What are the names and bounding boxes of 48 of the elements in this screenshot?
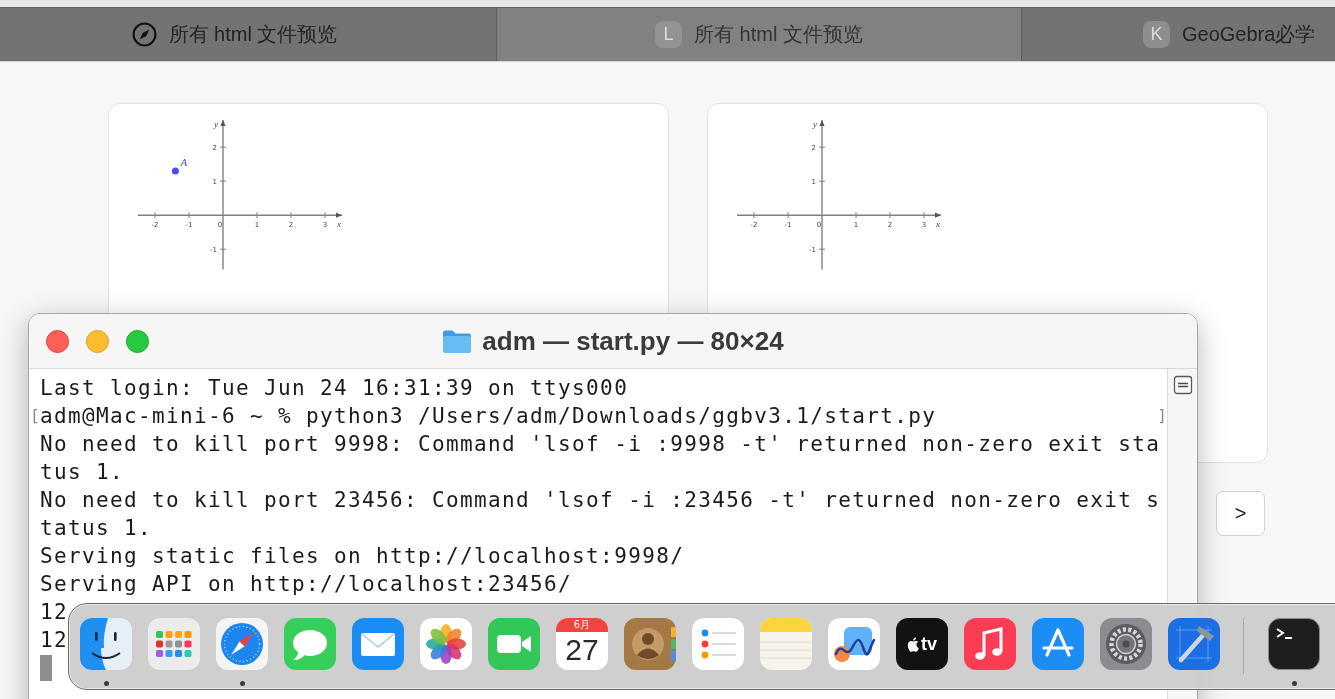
- flower-icon[interactable]: [420, 618, 472, 670]
- terminal-line: tatus 1.: [40, 515, 153, 542]
- terminal-line: Serving static files on http://localhost:9998/: [40, 543, 685, 570]
- letter-a-icon[interactable]: [1032, 618, 1084, 670]
- maximize-icon[interactable]: [126, 329, 149, 353]
- calendar-icon[interactable]: 6月 27: [556, 618, 608, 670]
- checklist-icon[interactable]: [692, 618, 744, 670]
- squiggle-icon[interactable]: [828, 618, 880, 670]
- envelope-icon[interactable]: [352, 618, 404, 670]
- hammer-icon[interactable]: [1168, 618, 1220, 670]
- axis-label: y: [214, 120, 218, 129]
- tv-label: tv: [921, 634, 937, 654]
- compass-icon[interactable]: [216, 618, 268, 670]
- calendar-day: 27: [565, 632, 599, 668]
- prompt-mark: ]: [1157, 406, 1167, 426]
- point-label: A: [180, 156, 188, 168]
- terminal-line: No need to kill port 23456: Command 'lsof -i :23456 -t' returned non-zero exit s: [40, 487, 1161, 514]
- axis-label: x: [936, 219, 940, 230]
- site-initial: K: [1143, 21, 1170, 48]
- calendar-month: 6月: [573, 618, 591, 632]
- terminal-line: Serving API on http://localhost:23456/: [40, 571, 573, 598]
- window-title: adm — start.py — 80×24: [482, 325, 784, 357]
- folder-icon: [442, 328, 473, 354]
- person-icon[interactable]: [624, 618, 676, 670]
- tv-icon[interactable]: tv: [896, 618, 948, 670]
- terminal-icon[interactable]: [1268, 618, 1320, 670]
- video-camera-icon[interactable]: [488, 618, 540, 670]
- smiling-face-icon[interactable]: [80, 618, 132, 670]
- axis-label: y: [813, 120, 817, 129]
- site-initial: L: [655, 21, 683, 48]
- app-grid-icon[interactable]: [148, 618, 200, 670]
- terminal-line: Last login: Tue Jun 24 16:31:39 on ttys000: [40, 375, 629, 402]
- split-pane-icon[interactable]: [1172, 375, 1193, 395]
- minimize-icon[interactable]: [86, 329, 109, 353]
- compass-icon: [131, 22, 157, 47]
- terminal-line: adm@Mac-mini-6 ~ % python3 /Users/adm/Downloads/ggbv3.1/start.py: [40, 403, 937, 430]
- terminal-line: tus 1.: [40, 459, 125, 486]
- prompt-mark: [: [30, 406, 40, 426]
- close-icon[interactable]: [46, 329, 69, 353]
- axis-label: x: [337, 219, 341, 230]
- terminal-line: 12: [40, 599, 68, 626]
- next-page-button[interactable]: >: [1216, 491, 1265, 536]
- terminal-line: No need to kill port 9998: Command 'lsof -i :9998 -t' returned non-zero exit sta: [40, 431, 1161, 458]
- speech-bubble-icon[interactable]: [284, 618, 336, 670]
- terminal-line: 12: [40, 627, 68, 654]
- apple-icon: [907, 636, 920, 652]
- music-note-icon[interactable]: [964, 618, 1016, 670]
- gear-icon[interactable]: [1100, 618, 1152, 670]
